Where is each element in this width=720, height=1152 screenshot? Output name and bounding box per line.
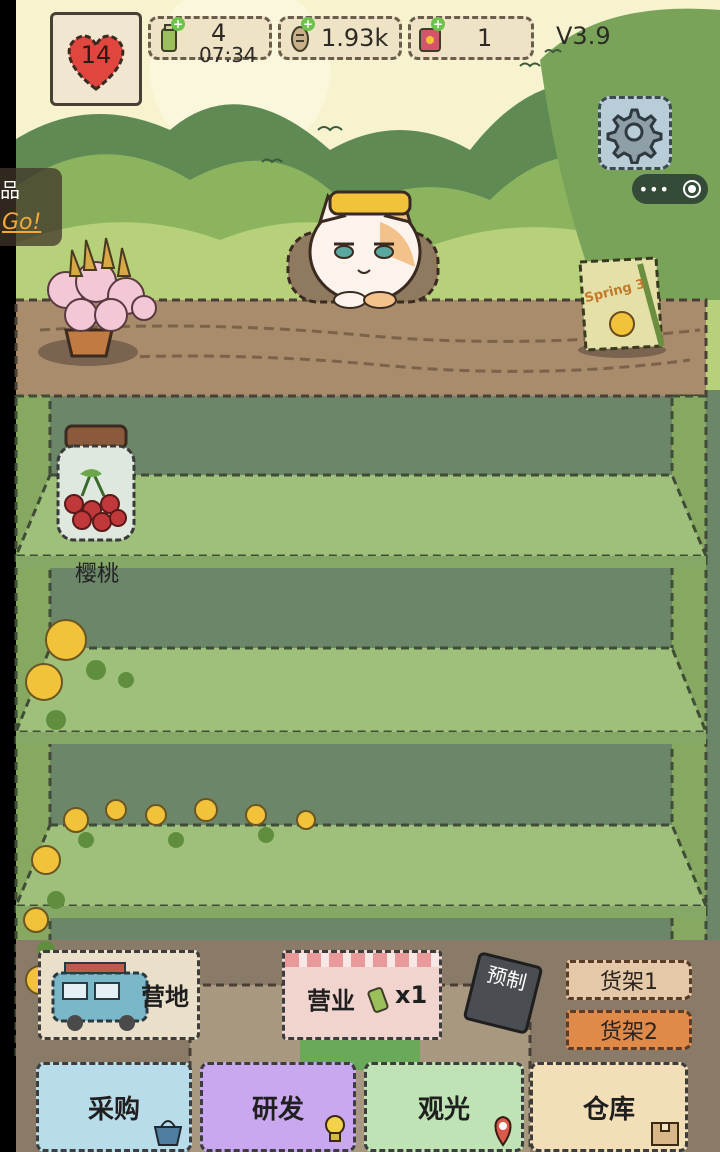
- add-seed-icon[interactable]: +: [431, 17, 445, 31]
- shelf-tab-1[interactable]: 货架1: [566, 960, 692, 1000]
- add-energy-icon[interactable]: +: [171, 17, 185, 31]
- shelf-item-label: 樱桃: [74, 562, 119, 587]
- game-screen: 14 + 4 07:34 + 1.93k + 1 V3.9 ••• 品 Go! …: [0, 0, 720, 1152]
- camp-button[interactable]: 营地: [38, 950, 200, 1040]
- cherry-jar-icon: [56, 424, 136, 542]
- fish-coin-value: 1.93k: [321, 24, 389, 52]
- heart-level-value: 14: [80, 41, 112, 69]
- shelf-tab-1-label: 货架1: [600, 970, 658, 995]
- fish-coin-resource[interactable]: + 1.93k: [278, 16, 402, 60]
- calendar-board[interactable]: Spring 3: [570, 254, 666, 358]
- side-tab-text: 品: [0, 178, 20, 202]
- camp-label: 营地: [141, 983, 189, 1011]
- version-label: V3.9: [556, 22, 611, 50]
- nav-purchase-label: 采购: [87, 1094, 140, 1125]
- close-target-icon[interactable]: [683, 180, 702, 198]
- map-pin-icon: [494, 1115, 512, 1147]
- shelf-tab-2-label: 货架2: [600, 1020, 658, 1045]
- nav-research-button[interactable]: 研发: [200, 1062, 356, 1152]
- level-heart-panel[interactable]: 14: [50, 12, 142, 106]
- calendar-icon: [578, 256, 666, 358]
- fish-coin-icon: +: [287, 17, 315, 53]
- camper-van-icon: [51, 962, 149, 1031]
- seed-packet-icon: +: [417, 17, 445, 53]
- basket-icon: [153, 1120, 183, 1146]
- nav-sightseeing-button[interactable]: 观光: [364, 1062, 524, 1152]
- shelf-item-cherry[interactable]: 樱桃: [52, 420, 142, 590]
- more-icon[interactable]: •••: [639, 180, 670, 199]
- business-button[interactable]: 营业 x1: [282, 950, 442, 1040]
- nav-sightseeing-label: 观光: [417, 1094, 470, 1125]
- preorder-label: 预制: [484, 961, 529, 995]
- nav-research-label: 研发: [251, 1094, 304, 1125]
- business-count: x1: [395, 981, 428, 1009]
- lightbulb-icon: [325, 1115, 345, 1142]
- gear-icon: [606, 108, 663, 164]
- energy-timer: 07:34: [199, 43, 257, 67]
- seed-resource[interactable]: + 1: [408, 16, 534, 60]
- nav-warehouse-label: 仓库: [582, 1094, 635, 1125]
- shelf-tab-2[interactable]: 货架2: [566, 1010, 692, 1050]
- settings-button[interactable]: [598, 96, 672, 170]
- box-icon: [651, 1122, 679, 1146]
- energy-resource[interactable]: + 4 07:34: [148, 16, 272, 67]
- nav-warehouse-button[interactable]: 仓库: [530, 1062, 688, 1152]
- flower-pot-decoration: [38, 237, 157, 366]
- energy-drink-icon: +: [157, 17, 185, 53]
- cat-shopkeeper[interactable]: [280, 182, 450, 322]
- seed-value: 1: [477, 24, 493, 52]
- awning-stripe: [285, 953, 439, 967]
- energy-drink-icon: [367, 987, 389, 1013]
- nav-purchase-button[interactable]: 采购: [36, 1062, 192, 1152]
- business-label: 营业: [307, 987, 355, 1015]
- mini-program-capsule[interactable]: •••: [632, 174, 708, 204]
- add-fish-coin-icon[interactable]: +: [301, 17, 315, 31]
